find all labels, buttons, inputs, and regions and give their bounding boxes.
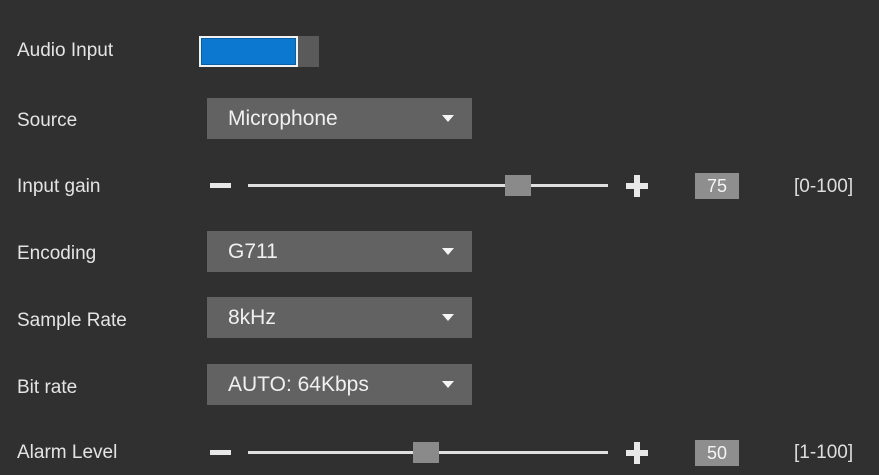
caret-down-icon — [442, 248, 454, 255]
caret-down-icon — [442, 314, 454, 321]
bit-rate-label: Bit rate — [17, 377, 78, 398]
plus-icon[interactable] — [626, 175, 648, 197]
source-select[interactable]: Microphone — [207, 98, 472, 139]
caret-down-icon — [442, 381, 454, 388]
plus-icon[interactable] — [626, 442, 648, 464]
caret-down-icon — [442, 115, 454, 122]
sample-rate-select[interactable]: 8kHz — [207, 297, 472, 338]
input-gain-slider-track[interactable] — [248, 184, 608, 187]
source-label: Source — [17, 110, 78, 131]
input-gain-label: Input gain — [17, 176, 101, 197]
alarm-level-slider-thumb[interactable] — [413, 442, 440, 463]
encoding-label: Encoding — [17, 243, 97, 264]
sample-rate-select-value: 8kHz — [228, 306, 276, 329]
sample-rate-label: Sample Rate — [17, 310, 127, 331]
audio-input-toggle[interactable] — [199, 36, 319, 67]
input-gain-range: [0-100] — [794, 176, 854, 197]
alarm-level-range: [1-100] — [794, 442, 854, 463]
input-gain-slider-thumb[interactable] — [505, 175, 531, 196]
audio-input-toggle-on — [199, 36, 298, 67]
alarm-level-value[interactable]: 50 — [695, 440, 739, 466]
alarm-level-label: Alarm Level — [17, 442, 118, 463]
bit-rate-select-value: AUTO: 64Kbps — [228, 373, 369, 396]
minus-icon[interactable] — [210, 450, 231, 455]
minus-icon[interactable] — [210, 183, 231, 188]
encoding-select[interactable]: G711 — [207, 231, 472, 272]
bit-rate-select[interactable]: AUTO: 64Kbps — [207, 364, 472, 405]
source-select-value: Microphone — [228, 107, 338, 130]
audio-input-label: Audio Input — [17, 40, 114, 61]
input-gain-value[interactable]: 75 — [695, 173, 739, 199]
encoding-select-value: G711 — [228, 240, 278, 263]
